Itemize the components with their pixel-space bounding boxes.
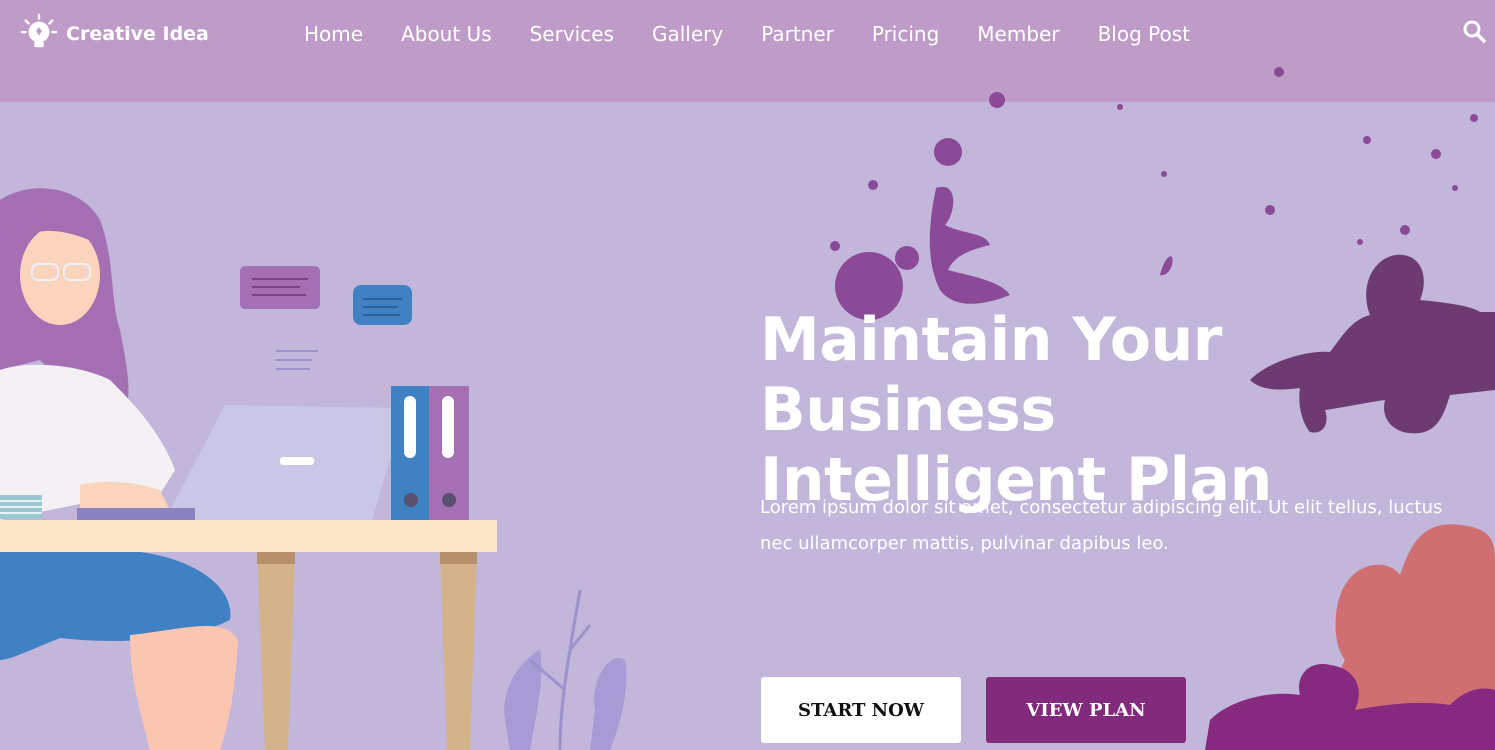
nav-pricing[interactable]: Pricing (872, 20, 939, 48)
laptop (165, 405, 405, 520)
main-nav: Home About Us Services Gallery Partner P… (304, 20, 1228, 48)
lightbulb-icon (20, 13, 58, 56)
shirt (0, 364, 175, 520)
desk-top (0, 520, 497, 552)
chat-bubble (353, 285, 412, 325)
hero-title: Maintain Your Business Intelligent Plan (760, 305, 1490, 515)
search-icon (1463, 20, 1486, 43)
nav-partner[interactable]: Partner (761, 20, 834, 48)
hero-title-line-1: Maintain Your Business (760, 305, 1222, 445)
nav-home[interactable]: Home (304, 20, 363, 48)
puzzle-piece-purple (1205, 664, 1495, 750)
header-bar (0, 0, 1495, 102)
hero-description: Lorem ipsum dolor sit amet, consectetur … (760, 497, 1443, 554)
desk-leg (257, 552, 295, 750)
nav-blog-post[interactable]: Blog Post (1098, 20, 1190, 48)
skirt (0, 552, 231, 660)
search-button[interactable] (1461, 18, 1487, 44)
nav-about-us[interactable]: About Us (401, 20, 492, 48)
nav-member[interactable]: Member (977, 20, 1059, 48)
chat-bubble (240, 266, 320, 309)
hair (0, 188, 129, 400)
start-now-button[interactable]: START NOW (761, 677, 961, 743)
brand-name: Creative Idea (66, 23, 209, 45)
binder-blue (391, 386, 431, 520)
nav-gallery[interactable]: Gallery (652, 20, 723, 48)
binder-purple (429, 386, 469, 520)
ink-splash (830, 67, 1478, 320)
view-plan-button[interactable]: VIEW PLAN (986, 677, 1186, 743)
nav-services[interactable]: Services (530, 20, 614, 48)
desk-leg (440, 552, 477, 750)
glasses (31, 263, 91, 281)
plant (504, 650, 542, 750)
brand-logo[interactable]: Creative Idea (20, 13, 209, 56)
